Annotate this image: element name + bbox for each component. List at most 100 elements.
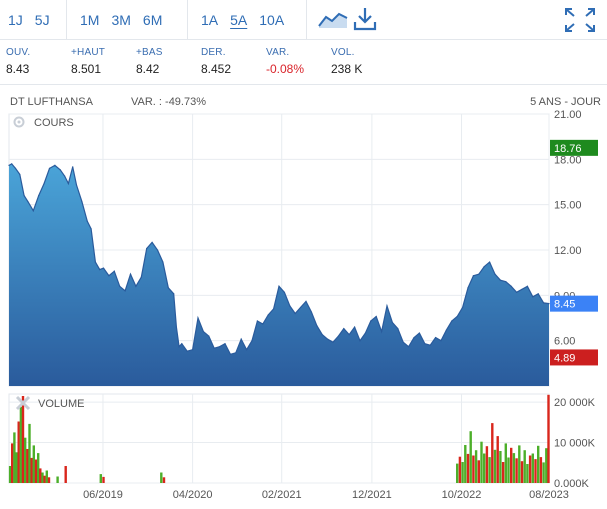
price-point bbox=[472, 275, 474, 277]
price-point bbox=[14, 167, 17, 169]
price-point bbox=[197, 317, 199, 319]
area-chart-icon[interactable] bbox=[318, 8, 348, 30]
price-point bbox=[86, 220, 88, 222]
volume-bar bbox=[21, 396, 25, 483]
volume-panel bbox=[8, 393, 550, 484]
volume-bar bbox=[480, 441, 483, 483]
price-point bbox=[408, 346, 410, 348]
price-point bbox=[451, 320, 453, 322]
volume-bar bbox=[539, 457, 543, 483]
price-point bbox=[102, 267, 105, 269]
volume-bar bbox=[515, 458, 518, 483]
price-point bbox=[81, 201, 83, 203]
price-point bbox=[54, 164, 56, 166]
volume-bar bbox=[47, 477, 51, 483]
price-point bbox=[289, 305, 291, 307]
price-point bbox=[316, 324, 318, 327]
volume-bar bbox=[43, 475, 46, 483]
volume-bar bbox=[512, 453, 516, 483]
price-point bbox=[48, 167, 51, 169]
quote-open: OUV. 8.43 bbox=[6, 47, 30, 76]
period-5a-button[interactable]: 5A bbox=[224, 10, 253, 30]
price-point bbox=[343, 327, 345, 330]
volume-bar bbox=[491, 423, 494, 483]
price-point bbox=[413, 337, 415, 339]
price-point bbox=[146, 247, 148, 250]
period-6m-button[interactable]: 6M bbox=[137, 10, 168, 30]
volume-bar bbox=[485, 446, 489, 483]
volume-tick-label: 20 000K bbox=[554, 397, 596, 409]
price-point bbox=[370, 320, 372, 322]
price-point bbox=[192, 349, 194, 351]
quote-label: +HAUT bbox=[71, 47, 106, 58]
price-point bbox=[8, 164, 10, 166]
price-point bbox=[391, 321, 393, 324]
price-point bbox=[256, 320, 258, 322]
price-badges: 18.76 8.45 4.89 bbox=[550, 139, 598, 366]
period-group-long: 1A 5A 10A bbox=[195, 0, 290, 40]
period-5j-button[interactable]: 5J bbox=[29, 10, 56, 30]
price-point bbox=[337, 335, 339, 337]
max-price-label: 18.76 bbox=[554, 143, 582, 155]
period-10a-button[interactable]: 10A bbox=[253, 10, 290, 30]
price-point bbox=[305, 300, 307, 302]
price-point bbox=[99, 269, 101, 271]
period-1a-button[interactable]: 1A bbox=[195, 10, 224, 30]
price-point bbox=[124, 290, 126, 292]
volume-bar bbox=[547, 394, 550, 483]
period-1j-button[interactable]: 1J bbox=[2, 10, 29, 30]
volume-bar bbox=[469, 431, 472, 483]
volume-bar bbox=[488, 457, 491, 483]
volume-tick-label: 0.000K bbox=[554, 478, 590, 490]
period-1m-button[interactable]: 1M bbox=[74, 10, 105, 30]
quote-label: +BAS bbox=[136, 47, 163, 58]
volume-bar bbox=[45, 470, 48, 483]
price-point bbox=[240, 338, 242, 340]
price-point bbox=[129, 273, 132, 275]
price-point bbox=[321, 334, 323, 336]
price-point bbox=[327, 338, 329, 340]
price-point bbox=[489, 261, 491, 263]
price-point bbox=[402, 341, 404, 343]
gear-icon bbox=[13, 116, 25, 128]
price-point bbox=[246, 349, 248, 351]
price-point bbox=[178, 346, 180, 348]
price-point bbox=[445, 329, 447, 331]
volume-bar bbox=[11, 443, 14, 483]
volume-bar bbox=[528, 455, 532, 483]
volume-bar bbox=[472, 455, 475, 483]
price-point bbox=[72, 166, 74, 168]
quote-low: +BAS 8.42 bbox=[136, 47, 163, 76]
x-tick-label: 12/2021 bbox=[352, 489, 392, 501]
price-point bbox=[23, 195, 25, 197]
price-point bbox=[202, 331, 204, 333]
volume-series bbox=[8, 394, 550, 483]
volume-bar bbox=[510, 447, 513, 483]
price-panel bbox=[8, 113, 550, 387]
quote-value: 8.452 bbox=[201, 62, 232, 76]
volume-bar bbox=[34, 459, 38, 483]
quote-last: DER. 8.452 bbox=[201, 47, 231, 76]
price-point bbox=[119, 285, 121, 287]
price-point bbox=[332, 341, 334, 343]
price-point bbox=[278, 285, 280, 287]
volume-bar bbox=[477, 460, 480, 483]
price-point bbox=[418, 332, 420, 334]
expand-icon[interactable] bbox=[564, 7, 596, 33]
volume-bar bbox=[504, 443, 507, 483]
min-price-label: 4.89 bbox=[554, 352, 575, 364]
volume-bar bbox=[28, 423, 31, 483]
price-point bbox=[213, 347, 215, 349]
price-point bbox=[38, 195, 40, 197]
period-3m-button[interactable]: 3M bbox=[105, 10, 136, 30]
download-icon[interactable] bbox=[353, 6, 377, 32]
y-tick-label: 21.00 bbox=[554, 109, 582, 121]
period-group-short: 1J 5J bbox=[2, 0, 56, 40]
price-point bbox=[429, 344, 431, 346]
volume-bar bbox=[507, 457, 510, 483]
quote-label: VOL. bbox=[331, 47, 355, 58]
x-tick-label: 08/2023 bbox=[529, 489, 569, 501]
price-point bbox=[478, 273, 480, 275]
price-point bbox=[181, 343, 183, 345]
quote-label: OUV. bbox=[6, 47, 31, 58]
